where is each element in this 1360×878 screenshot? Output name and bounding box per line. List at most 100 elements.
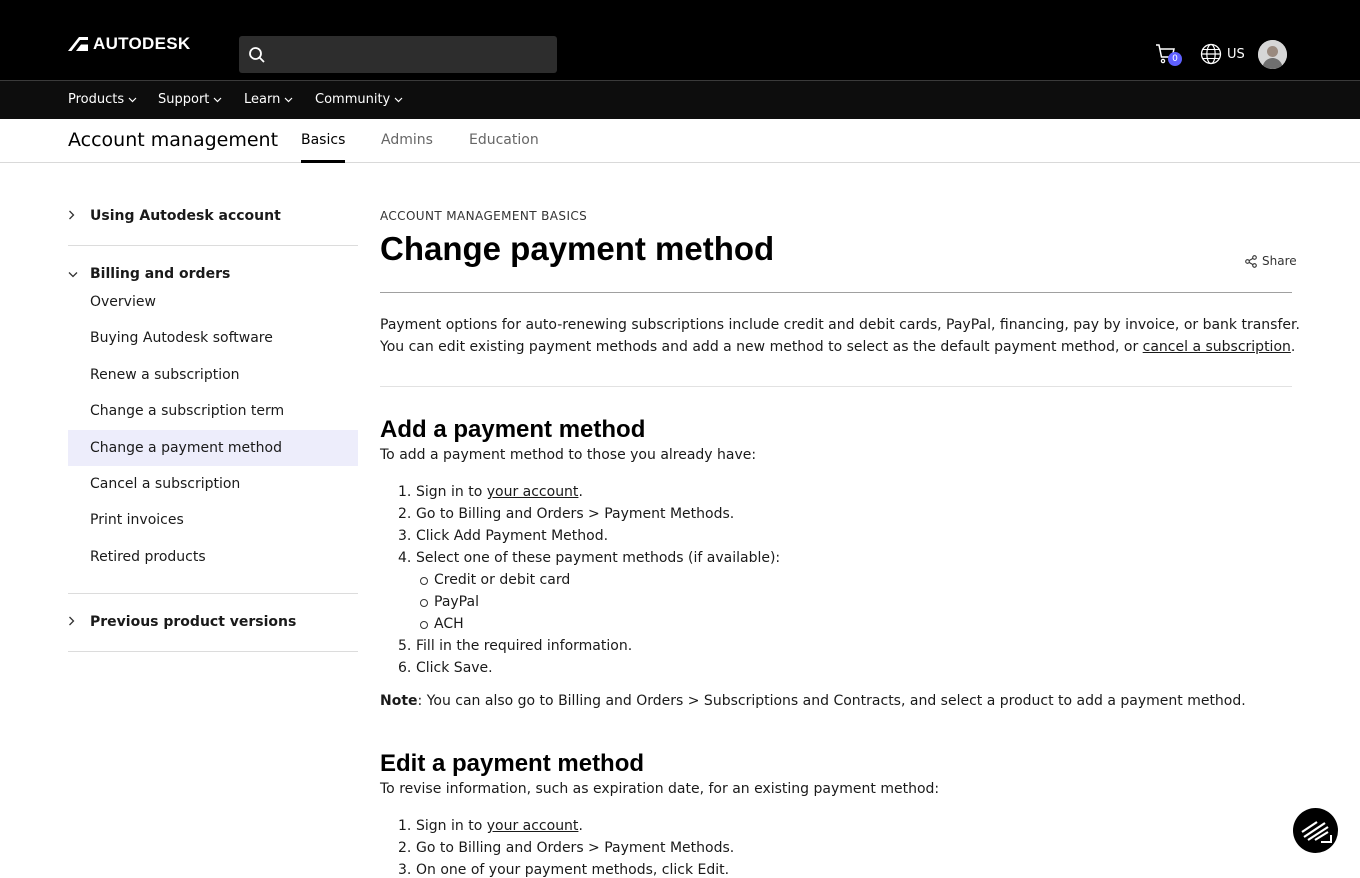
list-item: PayPal (420, 591, 780, 613)
note-text: : You can also go to Billing and Orders … (417, 693, 1246, 709)
step-text: On one of your payment methods, click Ed… (416, 862, 730, 878)
sidebar-item-renew[interactable]: Renew a subscription (68, 357, 358, 393)
tab-basics[interactable]: Basics (301, 132, 346, 163)
globe-icon (1200, 43, 1222, 65)
sidebar-item-change-term[interactable]: Change a subscription term (68, 393, 358, 429)
chevron-down-icon (284, 97, 293, 102)
sidebar-section-previous-versions[interactable]: Previous product versions (68, 614, 296, 630)
chat-icon (1301, 821, 1332, 843)
step-number: 2. (398, 506, 412, 522)
step-number: 1. (398, 484, 412, 500)
list-item: 2. Go to Billing and Orders > Payment Met… (398, 837, 734, 859)
sidebar-item-change-payment[interactable]: Change a payment method (68, 430, 358, 466)
sidebar-item-retired[interactable]: Retired products (68, 539, 358, 575)
chevron-right-icon (68, 210, 90, 223)
sidebar-divider (68, 593, 358, 594)
chevron-down-icon (213, 97, 222, 102)
cart-count-badge: 0 (1168, 52, 1182, 66)
step-number: 3. (398, 528, 412, 544)
section-header: Account management Basics Admins Educati… (0, 119, 1360, 163)
sidebar-section-label: Billing and orders (90, 266, 231, 282)
chevron-right-icon (68, 616, 90, 629)
step-number: 6. (398, 660, 412, 676)
user-photo (1258, 40, 1287, 69)
nav-products[interactable]: Products (68, 92, 137, 107)
edit-section-heading: Edit a payment method (380, 750, 645, 777)
add-steps-list: 1. Sign in to your account. 2. Go to Billi… (398, 481, 780, 679)
edit-section-lead: To revise information, such as expiratio… (380, 781, 940, 797)
article-eyebrow: ACCOUNT MANAGEMENT BASICS (380, 209, 588, 223)
list-item: 1. Sign in to your account. (398, 815, 734, 837)
region-label: US (1227, 46, 1245, 62)
step-text: Fill in the required information. (416, 638, 633, 654)
sidebar-item-cancel[interactable]: Cancel a subscription (68, 466, 358, 502)
step-text: Sign in to (416, 484, 487, 500)
list-item: 3. On one of your payment methods, click … (398, 859, 734, 878)
nav-community-label: Community (315, 92, 391, 107)
intro-paragraph: Payment options for auto-renewing subscr… (380, 314, 1310, 358)
user-avatar[interactable] (1258, 40, 1287, 69)
share-icon (1245, 254, 1257, 268)
nav-community[interactable]: Community (315, 92, 403, 107)
step-text-end: . (578, 484, 583, 500)
note-label: Note (380, 693, 418, 709)
chevron-down-icon (394, 97, 403, 102)
autodesk-logo-icon (68, 37, 88, 51)
add-section-heading: Add a payment method (380, 416, 646, 443)
step-number: 3. (398, 862, 412, 878)
search-bar[interactable] (239, 36, 557, 73)
sidebar-section-billing[interactable]: Billing and orders (68, 266, 230, 282)
step-text: Select one of these payment methods (if … (416, 550, 781, 566)
sidebar-section-label: Previous product versions (90, 614, 297, 630)
section-title: Account management (68, 129, 279, 151)
list-item: 2. Go to Billing and Orders > Payment Met… (398, 503, 780, 525)
note-paragraph: Note: You can also go to Billing and Ord… (380, 693, 1246, 709)
tab-admins[interactable]: Admins (381, 132, 433, 163)
share-button[interactable]: Share (1245, 254, 1297, 268)
your-account-link[interactable]: your account (487, 818, 579, 834)
sidebar-item-buying[interactable]: Buying Autodesk software (68, 320, 358, 356)
step-text: Click Save. (416, 660, 493, 676)
main-nav: Products Support Learn Community (0, 80, 1360, 119)
list-item: 6. Click Save. (398, 657, 780, 679)
top-bar: AUTODESK 0 US (0, 0, 1360, 80)
sidebar-divider (68, 245, 358, 246)
chat-assistant-button[interactable] (1293, 808, 1338, 853)
autodesk-logo[interactable]: AUTODESK (68, 34, 191, 54)
sidebar-divider (68, 651, 358, 652)
payment-options-list: Credit or debit card PayPal ACH (420, 569, 780, 635)
list-item: 4. Select one of these payment methods (i… (398, 547, 780, 635)
region-selector[interactable]: US (1200, 43, 1245, 65)
step-text: Go to Billing and Orders > Payment Metho… (416, 840, 735, 856)
step-text-end: . (578, 818, 583, 834)
nav-learn[interactable]: Learn (244, 92, 293, 107)
sidebar-item-invoices[interactable]: Print invoices (68, 502, 358, 538)
intro-line-2: You can edit existing payment methods an… (380, 339, 1143, 355)
your-account-link[interactable]: your account (487, 484, 579, 500)
step-number: 4. (398, 550, 412, 566)
chevron-down-icon (68, 268, 90, 281)
cart-button[interactable]: 0 (1155, 43, 1183, 67)
chevron-down-icon (128, 97, 137, 102)
share-label: Share (1262, 254, 1297, 268)
step-text: Click Add Payment Method. (416, 528, 609, 544)
sidebar-section-using-account[interactable]: Using Autodesk account (68, 208, 281, 224)
nav-support[interactable]: Support (158, 92, 222, 107)
search-input[interactable] (273, 36, 543, 73)
edit-steps-list: 1. Sign in to your account. 2. Go to Billi… (398, 815, 734, 878)
nav-products-label: Products (68, 92, 125, 107)
add-section-lead: To add a payment method to those you alr… (380, 447, 757, 463)
tab-education[interactable]: Education (469, 132, 539, 163)
step-number: 2. (398, 840, 412, 856)
sidebar-item-overview[interactable]: Overview (68, 284, 358, 320)
brand-name: AUTODESK (93, 34, 191, 53)
title-divider (380, 292, 1292, 293)
list-item: 1. Sign in to your account. (398, 481, 780, 503)
list-item: ACH (420, 613, 780, 635)
list-item: Credit or debit card (420, 569, 780, 591)
step-number: 1. (398, 818, 412, 834)
intro-line-2-end: . (1290, 339, 1296, 355)
cancel-subscription-link[interactable]: cancel a subscription (1143, 339, 1291, 355)
page-title: Change payment method (380, 230, 775, 267)
step-text: Sign in to (416, 818, 487, 834)
